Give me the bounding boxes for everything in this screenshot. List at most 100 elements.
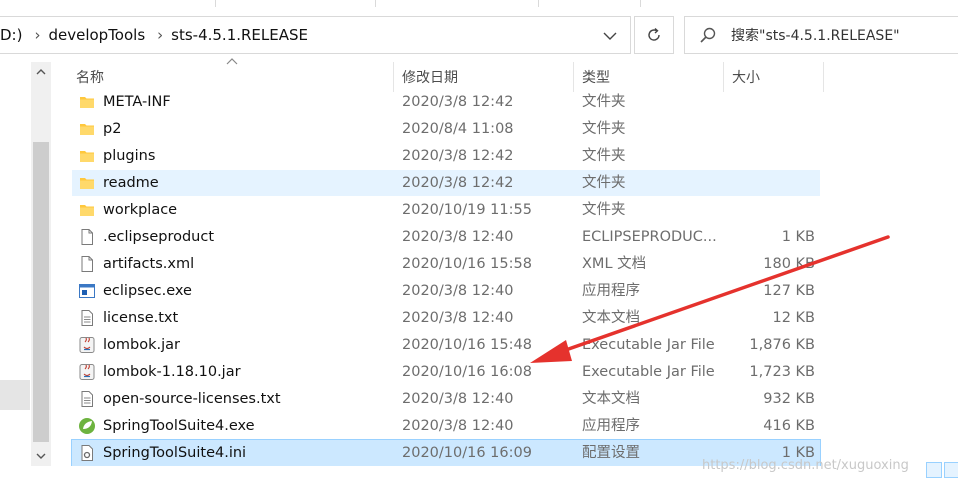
ribbon-divider xyxy=(640,0,641,7)
column-header-date-label: 修改日期 xyxy=(402,70,458,86)
refresh-icon xyxy=(648,27,660,41)
ribbon-divider xyxy=(538,0,539,7)
file-size: 12 KB xyxy=(772,310,815,326)
file-row[interactable]: eclipsec.exe 2020/3/8 12:40 应用程序 127 KB xyxy=(72,278,820,304)
file-type: 文本文档 xyxy=(582,391,640,407)
scroll-down-button[interactable] xyxy=(31,446,51,466)
file-date: 2020/3/8 12:40 xyxy=(402,283,514,299)
folder-icon xyxy=(78,201,96,219)
column-header-date[interactable]: 修改日期 xyxy=(394,62,574,92)
search-icon xyxy=(699,26,717,44)
details-view-icon[interactable] xyxy=(926,462,942,478)
nav-selected-item[interactable] xyxy=(0,380,30,410)
column-header-size[interactable]: 大小 xyxy=(724,62,824,92)
file-row[interactable]: META-INF 2020/3/8 12:42 文件夹 xyxy=(72,89,820,115)
file-name: eclipsec.exe xyxy=(103,283,192,299)
scroll-thumb[interactable] xyxy=(33,142,49,442)
file-name: lombok-1.18.10.jar xyxy=(103,364,241,380)
address-row: D:) › developTools › sts-4.5.1.RELEASE 搜… xyxy=(0,14,958,56)
folder-icon xyxy=(78,174,96,192)
address-history-button[interactable] xyxy=(600,27,620,45)
file-name: workplace xyxy=(103,202,178,218)
search-placeholder: 搜索"sts-4.5.1.RELEASE" xyxy=(731,28,900,44)
file-size: 1 KB xyxy=(781,229,815,245)
file-type: 文件夹 xyxy=(582,94,626,110)
breadcrumb-developtools[interactable]: developTools xyxy=(48,26,145,44)
exe-window-icon xyxy=(78,282,96,300)
file-name: license.txt xyxy=(103,310,179,326)
column-header-size-label: 大小 xyxy=(732,70,760,86)
jar-file-icon xyxy=(78,363,96,381)
file-row[interactable]: readme 2020/3/8 12:42 文件夹 xyxy=(72,170,820,196)
column-header-name-label: 名称 xyxy=(76,70,104,86)
scroll-up-button[interactable] xyxy=(31,62,51,82)
file-row[interactable]: lombok.jar 2020/10/16 15:48 Executable Jar… xyxy=(72,332,820,358)
file-name: plugins xyxy=(103,148,156,164)
file-row[interactable]: artifacts.xml 2020/10/16 15:58 XML 文档 180 K… xyxy=(72,251,820,277)
folder-icon xyxy=(78,147,96,165)
chevron-right-icon[interactable]: › xyxy=(157,26,163,44)
large-icons-view-icon[interactable] xyxy=(944,462,958,478)
column-divider[interactable] xyxy=(823,62,824,92)
file-row[interactable]: lombok-1.18.10.jar 2020/10/16 16:08 Execut… xyxy=(72,359,820,385)
file-date: 2020/10/19 11:55 xyxy=(402,202,532,218)
address-bar[interactable]: D:) › developTools › sts-4.5.1.RELEASE xyxy=(0,16,631,54)
search-input[interactable]: 搜索"sts-4.5.1.RELEASE" xyxy=(684,16,958,54)
breadcrumb-drive[interactable]: D:) xyxy=(0,26,22,44)
file-type: 文本文档 xyxy=(582,310,640,326)
file-date: 2020/3/8 12:42 xyxy=(402,94,514,110)
column-header-type[interactable]: 类型 xyxy=(574,62,724,92)
file-row[interactable]: workplace 2020/10/19 11:55 文件夹 xyxy=(72,197,820,223)
refresh-button[interactable] xyxy=(634,16,674,54)
file-date: 2020/3/8 12:40 xyxy=(402,391,514,407)
text-file-icon xyxy=(78,309,96,327)
file-type: Executable Jar File xyxy=(582,364,715,380)
file-size: 1,723 KB xyxy=(749,364,815,380)
chevron-right-icon[interactable]: › xyxy=(34,26,40,44)
file-row[interactable]: SpringToolSuite4.exe 2020/3/8 12:40 应用程序 41… xyxy=(72,413,820,439)
file-name: artifacts.xml xyxy=(103,256,195,272)
file-type: 文件夹 xyxy=(582,202,626,218)
file-size: 1,876 KB xyxy=(749,337,815,353)
jar-file-icon xyxy=(78,336,96,354)
file-row[interactable]: plugins 2020/3/8 12:42 文件夹 xyxy=(72,143,820,169)
column-header-name[interactable]: 名称 xyxy=(72,62,394,92)
file-row[interactable]: .eclipseproduct 2020/3/8 12:40 ECLIPSEPROD… xyxy=(72,224,820,250)
folder-icon xyxy=(78,120,96,138)
file-name: SpringToolSuite4.ini xyxy=(103,445,247,461)
file-date: 2020/3/8 12:42 xyxy=(402,175,514,191)
breadcrumb-current-folder[interactable]: sts-4.5.1.RELEASE xyxy=(171,26,308,44)
breadcrumb: D:) › developTools › sts-4.5.1.RELEASE xyxy=(0,26,308,44)
file-name: .eclipseproduct xyxy=(103,229,215,245)
ribbon-divider xyxy=(375,0,376,7)
column-header-type-label: 类型 xyxy=(582,70,610,86)
file-name: readme xyxy=(103,175,159,191)
file-type: 配置设置 xyxy=(582,445,640,461)
file-date: 2020/3/8 12:42 xyxy=(402,148,514,164)
chevron-down-icon xyxy=(36,453,46,459)
file-type: ECLIPSEPRODUC... xyxy=(582,229,717,245)
spring-leaf-icon xyxy=(78,417,96,435)
file-size: 932 KB xyxy=(763,391,815,407)
file-size: 416 KB xyxy=(763,418,815,434)
file-row[interactable]: open-source-licenses.txt 2020/3/8 12:40 文本… xyxy=(72,386,820,412)
file-row[interactable]: license.txt 2020/3/8 12:40 文本文档 12 KB xyxy=(72,305,820,331)
file-type: 应用程序 xyxy=(582,418,640,434)
file-icon xyxy=(78,255,96,273)
navigation-pane[interactable] xyxy=(0,62,31,482)
chevron-up-icon xyxy=(36,69,46,75)
nav-scrollbar[interactable] xyxy=(31,62,51,466)
file-date: 2020/8/4 11:08 xyxy=(402,121,514,137)
file-type: 文件夹 xyxy=(582,148,626,164)
file-type: 应用程序 xyxy=(582,283,640,299)
file-date: 2020/3/8 12:40 xyxy=(402,310,514,326)
file-size: 127 KB xyxy=(763,283,815,299)
file-row[interactable]: p2 2020/8/4 11:08 文件夹 xyxy=(72,116,820,142)
file-type: Executable Jar File xyxy=(582,337,715,353)
file-date: 2020/3/8 12:40 xyxy=(402,229,514,245)
file-date: 2020/10/16 16:08 xyxy=(402,364,532,380)
ribbon-divider xyxy=(215,0,216,7)
file-date: 2020/10/16 15:58 xyxy=(402,256,532,272)
file-name: open-source-licenses.txt xyxy=(103,391,281,407)
file-name: META-INF xyxy=(103,94,171,110)
